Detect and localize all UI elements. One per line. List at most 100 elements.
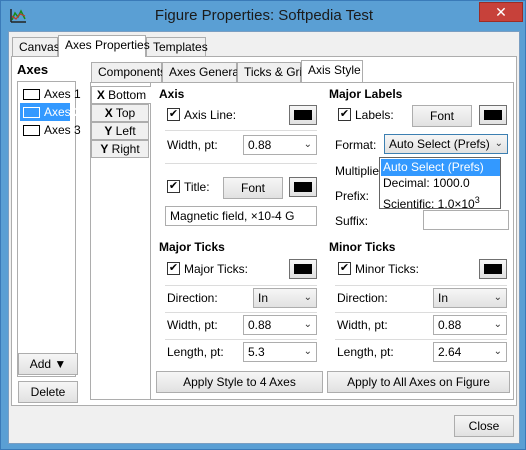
axes-list-heading: Axes [17,62,49,77]
major-width-select[interactable]: 0.88 ⌄ [243,315,317,335]
major-ticks-color-swatch[interactable] [289,259,317,279]
format-option-scientific[interactable]: Scientific: 1.0×103 [381,192,500,211]
minor-width-value: 0.88 [438,318,462,332]
axis-bottom-content: Axis ✔ Axis Line: Width, pt: 0.88 ⌄ ✔ Tit… [150,83,514,399]
major-direction-select[interactable]: In ⌄ [253,288,317,308]
labels-checkbox[interactable]: ✔ [338,108,351,121]
side-tab-label: Top [112,106,136,120]
minor-ticks-color-swatch[interactable] [479,259,507,279]
tab-axes-general[interactable]: Axes General [162,62,242,82]
labels-color-swatch[interactable] [479,105,507,125]
tab-templates[interactable]: Templates [146,37,208,57]
close-button[interactable]: Close [454,415,514,437]
window-title: Figure Properties: Softpedia Test [154,7,374,24]
divider [335,312,507,313]
major-width-label: Width, pt: [167,318,218,332]
title-checkbox[interactable]: ✔ [167,180,180,193]
major-length-value: 5.3 [248,345,265,359]
format-option-auto[interactable]: Auto Select (Prefs) [381,159,500,176]
side-tab-axis-letter: X [104,106,113,120]
chevron-down-icon: ⌄ [303,292,312,303]
chevron-down-icon: ⌄ [493,319,502,330]
tab-components[interactable]: Components [91,62,166,82]
minor-ticks-checkbox[interactable]: ✔ [338,262,351,275]
title-color-swatch[interactable] [289,177,317,197]
axis-width-select[interactable]: 0.88 ⌄ [243,135,317,155]
axis-width-label: Width, pt: [167,138,218,152]
labels-font-button[interactable]: Font [412,105,472,127]
color-fill [294,110,312,120]
suffix-label: Suffix: [335,214,369,228]
minor-direction-select[interactable]: In ⌄ [433,288,507,308]
major-direction-label: Direction: [167,291,218,305]
suffix-input[interactable] [423,210,509,230]
tab-axes-properties[interactable]: Axes Properties [58,35,150,57]
title-label: Title: [184,180,210,194]
title-text-input[interactable]: Magnetic field, ×10-4 G [165,206,317,226]
axis-line-checkbox[interactable]: ✔ [167,108,180,121]
title-font-button[interactable]: Font [223,177,283,199]
chevron-down-icon: ⌄ [493,346,502,357]
chevron-down-icon: ⌄ [303,346,312,357]
format-value: Auto Select (Prefs) [389,137,490,151]
format-dropdown-list[interactable]: Auto Select (Prefs) Decimal: 1000.0 Scie… [379,157,501,211]
add-axes-button[interactable]: Add ▼ [18,353,78,375]
chevron-down-icon: ⌄ [493,292,502,303]
minor-length-value: 2.64 [438,345,462,359]
axes-icon [23,89,40,100]
major-ticks-heading: Major Ticks [159,240,225,254]
axes-listbox[interactable]: Axes 1 Axes 2 Axes 3 [17,81,81,377]
chevron-down-icon: ⌄ [303,319,312,330]
side-tab-label: Bottom [104,88,147,102]
divider [165,312,317,313]
title-bar[interactable]: Figure Properties: Softpedia Test ✕ [1,1,526,31]
format-select[interactable]: Auto Select (Prefs) ⌄ [384,134,508,154]
axis-group-heading: Axis [159,87,185,101]
axes-properties-panel: Axes Axes 1 Axes 2 Axes 3 Add ▼ Delete C… [11,56,517,406]
axis-line-color-swatch[interactable] [289,105,317,125]
axes-icon [23,107,40,118]
axes-icon [23,125,40,136]
side-tab-y-right[interactable]: Y Right [91,140,149,158]
divider [335,285,507,286]
side-tab-x-top[interactable]: X Top [91,104,149,122]
axis-width-value: 0.88 [248,138,272,152]
scientific-label: Scientific: 1.0×10 [383,197,475,211]
divider [165,163,317,164]
tab-canvas[interactable]: Canvas [12,37,60,57]
tab-axis-style[interactable]: Axis Style [301,60,363,82]
list-item-axes-1[interactable]: Axes 1 [20,85,81,103]
prefix-label: Prefix: [335,189,370,203]
list-item-axes-2[interactable]: Axes 2 [20,103,81,121]
major-length-select[interactable]: 5.3 ⌄ [243,342,317,362]
tab-ticks-grid[interactable]: Ticks & Grid [237,62,309,82]
minor-ticks-label: Minor Ticks: [355,262,420,276]
list-item-label: Axes 2 [44,105,81,119]
major-width-value: 0.88 [248,318,272,332]
side-tab-x-bottom[interactable]: X Bottom [91,86,151,104]
side-tab-y-left[interactable]: Y Left [91,122,149,140]
window-close-button[interactable]: ✕ [479,2,523,22]
color-fill [484,264,502,274]
minor-length-label: Length, pt: [337,345,394,359]
major-ticks-checkbox[interactable]: ✔ [167,262,180,275]
labels-label: Labels: [355,108,394,122]
color-fill [294,182,312,192]
delete-axes-button[interactable]: Delete [18,381,78,403]
minor-direction-label: Direction: [337,291,388,305]
list-item-label: Axes 3 [44,123,81,137]
side-tab-axis-letter: X [96,88,105,102]
chevron-down-icon: ⌄ [303,139,312,150]
side-tab-label: Right [108,142,140,156]
chevron-down-icon: ⌄ [494,138,503,149]
apply-style-button[interactable]: Apply Style to 4 Axes [156,371,323,393]
dialog-client-area: Canvas Axes Properties Templates Axes Ax… [8,31,520,444]
list-item-axes-3[interactable]: Axes 3 [20,121,81,139]
minor-direction-value: In [438,291,449,305]
format-option-decimal[interactable]: Decimal: 1000.0 [381,175,500,192]
minor-width-select[interactable]: 0.88 ⌄ [433,315,507,335]
apply-all-axes-button[interactable]: Apply to All Axes on Figure [327,371,510,393]
divider [165,339,317,340]
minor-length-select[interactable]: 2.64 ⌄ [433,342,507,362]
divider [335,339,507,340]
